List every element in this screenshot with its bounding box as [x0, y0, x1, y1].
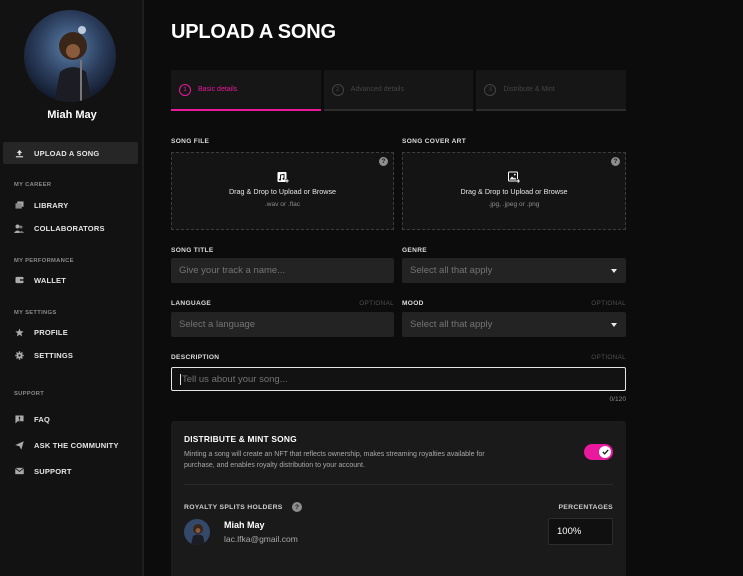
artist-name: Miah May — [47, 109, 97, 121]
language-select[interactable]: Select a language — [171, 312, 394, 337]
step-basic-details[interactable]: 1 Basic details — [171, 70, 321, 111]
sidebar-item-ask-the-community[interactable]: ASK THE COMMUNITY — [3, 436, 119, 454]
sidebar-section-title: MY PERFORMANCE — [14, 258, 74, 264]
mail-icon — [3, 467, 31, 475]
help-icon[interactable]: ? — [379, 157, 388, 166]
help-icon[interactable]: ? — [611, 157, 620, 166]
song-title-label: SONG TITLE — [171, 247, 214, 254]
step-advanced-details[interactable]: 2 Advanced details — [323, 70, 474, 111]
sidebar-item-upload-a-song[interactable]: UPLOAD A SONG — [3, 142, 138, 164]
sidebar-item-label: WALLET — [34, 275, 67, 285]
upload-stepper: 1 Basic details 2 Advanced details 3 Dis… — [171, 70, 627, 111]
sidebar-item-faq[interactable]: FAQ — [3, 410, 50, 428]
genre-select[interactable]: Select all that apply — [402, 258, 626, 283]
song-file-label: SONG FILE — [171, 138, 210, 145]
step-label: Advanced details — [350, 86, 404, 93]
artist-avatar[interactable] — [24, 10, 116, 102]
sidebar-section-title: SUPPORT — [14, 391, 45, 397]
gear-icon — [3, 350, 31, 360]
character-counter: 0/120 — [609, 396, 626, 403]
step-label: Distribute & Mint — [503, 86, 555, 93]
check-icon — [599, 446, 611, 458]
sidebar-item-label: UPLOAD A SONG — [34, 148, 100, 158]
step-number: 1 — [179, 83, 191, 96]
sidebar-item-label: ASK THE COMMUNITY — [34, 440, 119, 450]
description-optional-tag: OPTIONAL — [591, 354, 626, 361]
upload-icon — [3, 149, 31, 158]
send-icon — [3, 440, 31, 450]
sidebar: Miah May UPLOAD A SONG MY CAREER LIBRARY… — [0, 0, 144, 576]
dropzone-formats: .wav or .flac — [264, 201, 301, 208]
sidebar-section-title: MY CAREER — [14, 182, 52, 188]
sidebar-item-wallet[interactable]: WALLET — [3, 271, 66, 289]
description-label: DESCRIPTION — [171, 354, 220, 361]
mood-optional-tag: OPTIONAL — [591, 300, 626, 307]
description-placeholder: Tell us about your song... — [182, 373, 288, 385]
song-file-dropzone[interactable]: ? Drag & Drop to Upload or Browse .wav o… — [171, 152, 394, 230]
dropzone-formats: .jpg, .jpeg or .png — [488, 201, 540, 208]
faq-icon — [3, 414, 31, 424]
mood-select-value: Select all that apply — [410, 319, 493, 330]
genre-label: GENRE — [402, 247, 427, 254]
star-icon — [3, 327, 31, 337]
chevron-down-icon — [611, 323, 617, 327]
dropzone-text: Drag & Drop to Upload or Browse — [460, 187, 568, 196]
language-optional-tag: OPTIONAL — [359, 300, 394, 307]
language-label: LANGUAGE — [171, 300, 212, 307]
sidebar-item-label: PROFILE — [34, 327, 68, 337]
help-icon[interactable]: ? — [292, 502, 302, 512]
wallet-icon — [3, 276, 31, 284]
sidebar-item-profile[interactable]: PROFILE — [3, 323, 68, 341]
royalty-splits-label: ROYALTY SPLITS HOLDERS — [184, 504, 283, 511]
sidebar-item-label: FAQ — [34, 414, 51, 424]
sidebar-section-title: MY SETTINGS — [14, 310, 57, 316]
step-distribute-and-mint[interactable]: 3 Distribute & Mint — [476, 70, 627, 111]
audio-file-icon — [277, 172, 289, 183]
mood-label: MOOD — [402, 300, 424, 307]
image-file-icon — [508, 171, 520, 183]
sidebar-item-label: COLLABORATORS — [34, 223, 105, 233]
cover-art-label: SONG COVER ART — [402, 138, 467, 145]
sidebar-item-library[interactable]: LIBRARY — [3, 196, 68, 214]
sidebar-item-label: SUPPORT — [34, 466, 72, 476]
collaborators-icon — [3, 224, 31, 233]
sidebar-item-label: LIBRARY — [34, 200, 69, 210]
genre-select-value: Select all that apply — [410, 265, 493, 276]
distribute-description: Minting a song will create an NFT that r… — [184, 451, 485, 469]
sidebar-item-settings[interactable]: SETTINGS — [3, 346, 73, 364]
divider — [184, 484, 613, 485]
step-label: Basic details — [198, 86, 238, 93]
cover-art-dropzone[interactable]: ? Drag & Drop to Upload or Browse .jpg, … — [402, 152, 626, 230]
mood-select[interactable]: Select all that apply — [402, 312, 626, 337]
holder-name: Miah May — [224, 520, 265, 530]
distribute-panel: DISTRIBUTE & MINT SONG Minting a song wi… — [171, 421, 626, 576]
chevron-down-icon — [611, 269, 617, 273]
step-number: 2 — [331, 83, 344, 96]
song-title-input[interactable]: Give your track a name... — [171, 258, 394, 283]
sidebar-item-label: SETTINGS — [34, 350, 74, 360]
library-icon — [3, 201, 31, 209]
description-input[interactable]: Tell us about your song... — [171, 367, 626, 391]
dropzone-text: Drag & Drop to Upload or Browse — [228, 187, 337, 196]
text-cursor — [180, 373, 181, 385]
distribute-toggle[interactable] — [584, 444, 613, 460]
percentages-label: PERCENTAGES — [558, 504, 613, 511]
sidebar-item-support[interactable]: SUPPORT — [3, 462, 72, 480]
page-title: UPLOAD A SONG — [171, 21, 336, 43]
distribute-title: DISTRIBUTE & MINT SONG — [184, 434, 297, 444]
avatar — [184, 519, 210, 545]
holder-email: lac.lfka@gmail.com — [224, 534, 298, 544]
sidebar-item-collaborators[interactable]: COLLABORATORS — [3, 219, 105, 237]
percentage-input[interactable]: 100% — [548, 518, 613, 545]
step-number: 3 — [484, 83, 497, 96]
